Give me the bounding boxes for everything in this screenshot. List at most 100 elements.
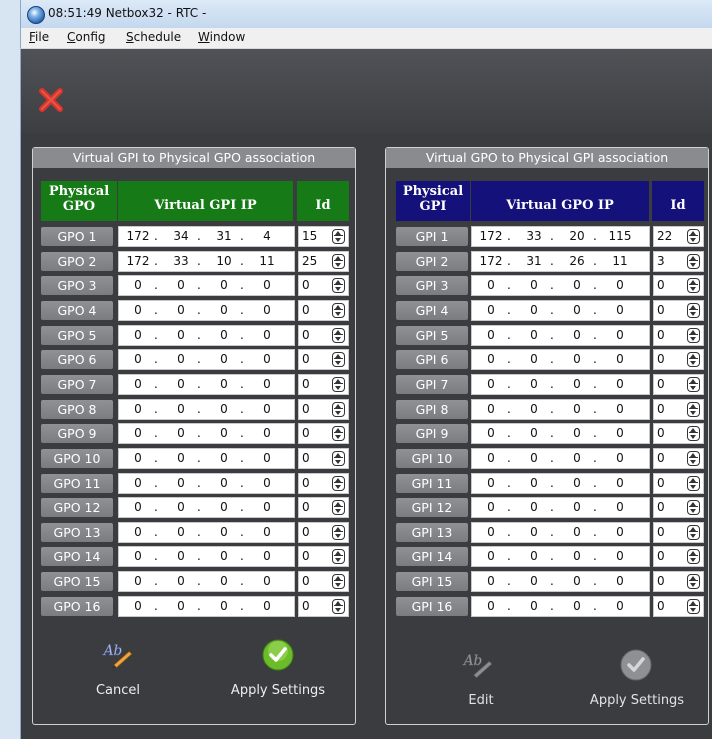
spinner-arrows-icon[interactable] (687, 500, 700, 516)
ip-octet[interactable]: 0 (168, 303, 194, 317)
spinner-arrows-icon[interactable] (687, 426, 700, 442)
id-spinner[interactable]: 3 (653, 250, 704, 272)
ip-octet[interactable]: 0 (478, 402, 504, 416)
ip-octet[interactable]: 20 (564, 229, 590, 243)
spinner-arrows-icon[interactable] (687, 574, 700, 590)
ip-octet[interactable]: 0 (607, 426, 633, 440)
ip-octet[interactable]: 0 (168, 352, 194, 366)
ip-octet[interactable]: 0 (254, 278, 280, 292)
ip-octet[interactable]: 0 (521, 377, 547, 391)
ip-octet[interactable]: 0 (521, 328, 547, 342)
spinner-arrows-icon[interactable] (332, 475, 345, 491)
id-spinner[interactable]: 0 (298, 398, 349, 420)
ip-octet[interactable]: 34 (168, 229, 194, 243)
ip-octet[interactable]: 0 (125, 525, 151, 539)
id-spinner[interactable]: 0 (653, 595, 704, 617)
virtual-ip-input[interactable]: 0.0.0.0 (118, 324, 295, 346)
id-value[interactable]: 0 (657, 574, 665, 588)
id-value[interactable]: 3 (657, 254, 665, 268)
ip-octet[interactable]: 0 (168, 402, 194, 416)
spinner-arrows-icon[interactable] (687, 352, 700, 368)
ip-octet[interactable]: 0 (211, 377, 237, 391)
ip-octet[interactable]: 0 (254, 451, 280, 465)
spinner-arrows-icon[interactable] (332, 278, 345, 294)
menu-config[interactable]: Config (67, 30, 106, 44)
id-value[interactable]: 0 (302, 328, 310, 342)
virtual-ip-input[interactable]: 172. 34. 31. 4 (118, 226, 295, 247)
ip-octet[interactable]: 0 (478, 328, 504, 342)
id-spinner[interactable]: 0 (298, 373, 349, 395)
spinner-arrows-icon[interactable] (332, 327, 345, 343)
id-value[interactable]: 0 (302, 402, 310, 416)
id-spinner[interactable]: 0 (298, 546, 349, 568)
spinner-arrows-icon[interactable] (687, 450, 700, 466)
spinner-arrows-icon[interactable] (332, 352, 345, 368)
id-value[interactable]: 25 (302, 254, 317, 268)
ip-octet[interactable]: 0 (478, 303, 504, 317)
ip-octet[interactable]: 0 (564, 525, 590, 539)
id-value[interactable]: 0 (302, 549, 310, 563)
id-value[interactable]: 0 (302, 476, 310, 490)
ip-octet[interactable]: 172 (125, 254, 151, 268)
ip-octet[interactable]: 0 (607, 525, 633, 539)
spinner-arrows-icon[interactable] (687, 598, 700, 614)
menu-schedule[interactable]: Schedule (126, 30, 181, 44)
spinner-arrows-icon[interactable] (687, 229, 700, 244)
apply-settings-button[interactable]: Apply Settings (574, 649, 700, 709)
ip-octet[interactable]: 0 (211, 476, 237, 490)
ip-octet[interactable]: 0 (607, 303, 633, 317)
id-value[interactable]: 0 (657, 377, 665, 391)
ip-octet[interactable]: 0 (521, 303, 547, 317)
ip-octet[interactable]: 33 (521, 229, 547, 243)
virtual-ip-input[interactable]: 0.0.0.0 (471, 349, 650, 371)
ip-octet[interactable]: 0 (211, 426, 237, 440)
ip-octet[interactable]: 0 (254, 574, 280, 588)
ip-octet[interactable]: 0 (254, 599, 280, 613)
id-spinner[interactable]: 0 (298, 571, 349, 593)
spinner-arrows-icon[interactable] (687, 376, 700, 392)
ip-octet[interactable]: 0 (521, 599, 547, 613)
id-value[interactable]: 0 (302, 574, 310, 588)
spinner-arrows-icon[interactable] (332, 574, 345, 590)
ip-octet[interactable]: 0 (168, 525, 194, 539)
ip-octet[interactable]: 0 (607, 451, 633, 465)
ip-octet[interactable]: 0 (478, 599, 504, 613)
virtual-ip-input[interactable]: 0.0.0.0 (118, 595, 295, 617)
ip-octet[interactable]: 0 (607, 574, 633, 588)
id-value[interactable]: 0 (657, 328, 665, 342)
id-spinner[interactable]: 0 (653, 521, 704, 543)
id-value[interactable]: 0 (657, 599, 665, 613)
virtual-ip-input[interactable]: 0.0.0.0 (471, 497, 650, 519)
virtual-ip-input[interactable]: 0.0.0.0 (118, 472, 295, 494)
close-icon[interactable] (37, 86, 65, 114)
id-spinner[interactable]: 0 (298, 497, 349, 519)
ip-octet[interactable]: 4 (254, 229, 280, 243)
ip-octet[interactable]: 0 (564, 574, 590, 588)
id-spinner[interactable]: 0 (653, 398, 704, 420)
ip-octet[interactable]: 0 (521, 525, 547, 539)
ip-octet[interactable]: 0 (478, 500, 504, 514)
ip-octet[interactable]: 0 (478, 278, 504, 292)
virtual-ip-input[interactable]: 0.0.0.0 (118, 571, 295, 593)
ip-octet[interactable]: 0 (564, 500, 590, 514)
ip-octet[interactable]: 0 (564, 328, 590, 342)
virtual-ip-input[interactable]: 0.0.0.0 (471, 472, 650, 494)
ip-octet[interactable]: 0 (125, 549, 151, 563)
ip-octet[interactable]: 0 (211, 500, 237, 514)
spinner-arrows-icon[interactable] (687, 475, 700, 491)
ip-octet[interactable]: 0 (564, 377, 590, 391)
id-spinner[interactable]: 0 (653, 546, 704, 568)
ip-octet[interactable]: 0 (564, 278, 590, 292)
id-value[interactable]: 0 (657, 303, 665, 317)
virtual-ip-input[interactable]: 0.0.0.0 (471, 546, 650, 568)
virtual-ip-input[interactable]: 0.0.0.0 (471, 373, 650, 395)
ip-octet[interactable]: 0 (168, 278, 194, 292)
ip-octet[interactable]: 0 (564, 451, 590, 465)
ip-octet[interactable]: 0 (125, 426, 151, 440)
edit-button[interactable]: Ab Edit (446, 649, 516, 709)
ip-octet[interactable]: 0 (478, 549, 504, 563)
spinner-arrows-icon[interactable] (687, 278, 700, 294)
ip-octet[interactable]: 0 (125, 377, 151, 391)
ip-octet[interactable]: 0 (478, 377, 504, 391)
ip-octet[interactable]: 0 (125, 402, 151, 416)
